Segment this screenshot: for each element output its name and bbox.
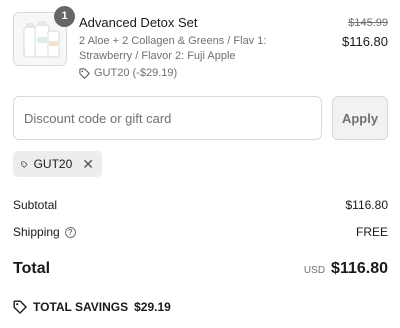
product-price: $116.80 — [341, 34, 388, 49]
discount-code-input[interactable] — [13, 96, 322, 140]
product-discount: GUT20 (-$29.19) — [79, 66, 319, 80]
quantity-badge: 1 — [54, 6, 75, 27]
currency-code: USD — [303, 265, 326, 276]
tag-icon — [13, 300, 27, 314]
product-variant: 2 Aloe + 2 Collagen & Greens / Flav 1: S… — [79, 35, 267, 62]
subtotal-value: $116.80 — [345, 198, 389, 212]
total-savings: TOTAL SAVINGS $29.19 — [13, 300, 171, 314]
apply-button[interactable]: Apply — [332, 96, 388, 140]
product-discount-label: GUT20 (-$29.19) — [94, 67, 178, 79]
total-label: Total — [13, 260, 51, 277]
original-price: $145.99 — [348, 17, 388, 29]
shipping-row: Shipping ? FREE — [13, 225, 388, 239]
shipping-label: Shipping — [13, 225, 60, 239]
subtotal-row: Subtotal $116.80 — [13, 198, 388, 212]
subtotal-label: Subtotal — [13, 198, 58, 212]
line-item: 1 Advanced Detox Set 2 Aloe + 2 Collagen… — [13, 6, 388, 82]
product-thumbnail: 1 — [13, 6, 75, 66]
discount-form: Apply — [13, 96, 388, 140]
applied-discount-chip: GUT20 ✕ — [13, 151, 102, 177]
applied-code-label: GUT20 — [33, 157, 73, 171]
savings-value: $29.19 — [134, 300, 171, 314]
total-value: $116.80 — [331, 260, 388, 277]
total-row: Total USD $116.80 — [13, 260, 388, 278]
tag-icon — [79, 67, 90, 79]
help-icon[interactable]: ? — [64, 226, 76, 238]
tag-icon — [21, 160, 28, 168]
close-icon[interactable]: ✕ — [82, 157, 94, 171]
product-name: Advanced Detox Set — [79, 15, 198, 30]
shipping-value: FREE — [355, 225, 388, 239]
savings-label: TOTAL SAVINGS — [33, 300, 129, 314]
